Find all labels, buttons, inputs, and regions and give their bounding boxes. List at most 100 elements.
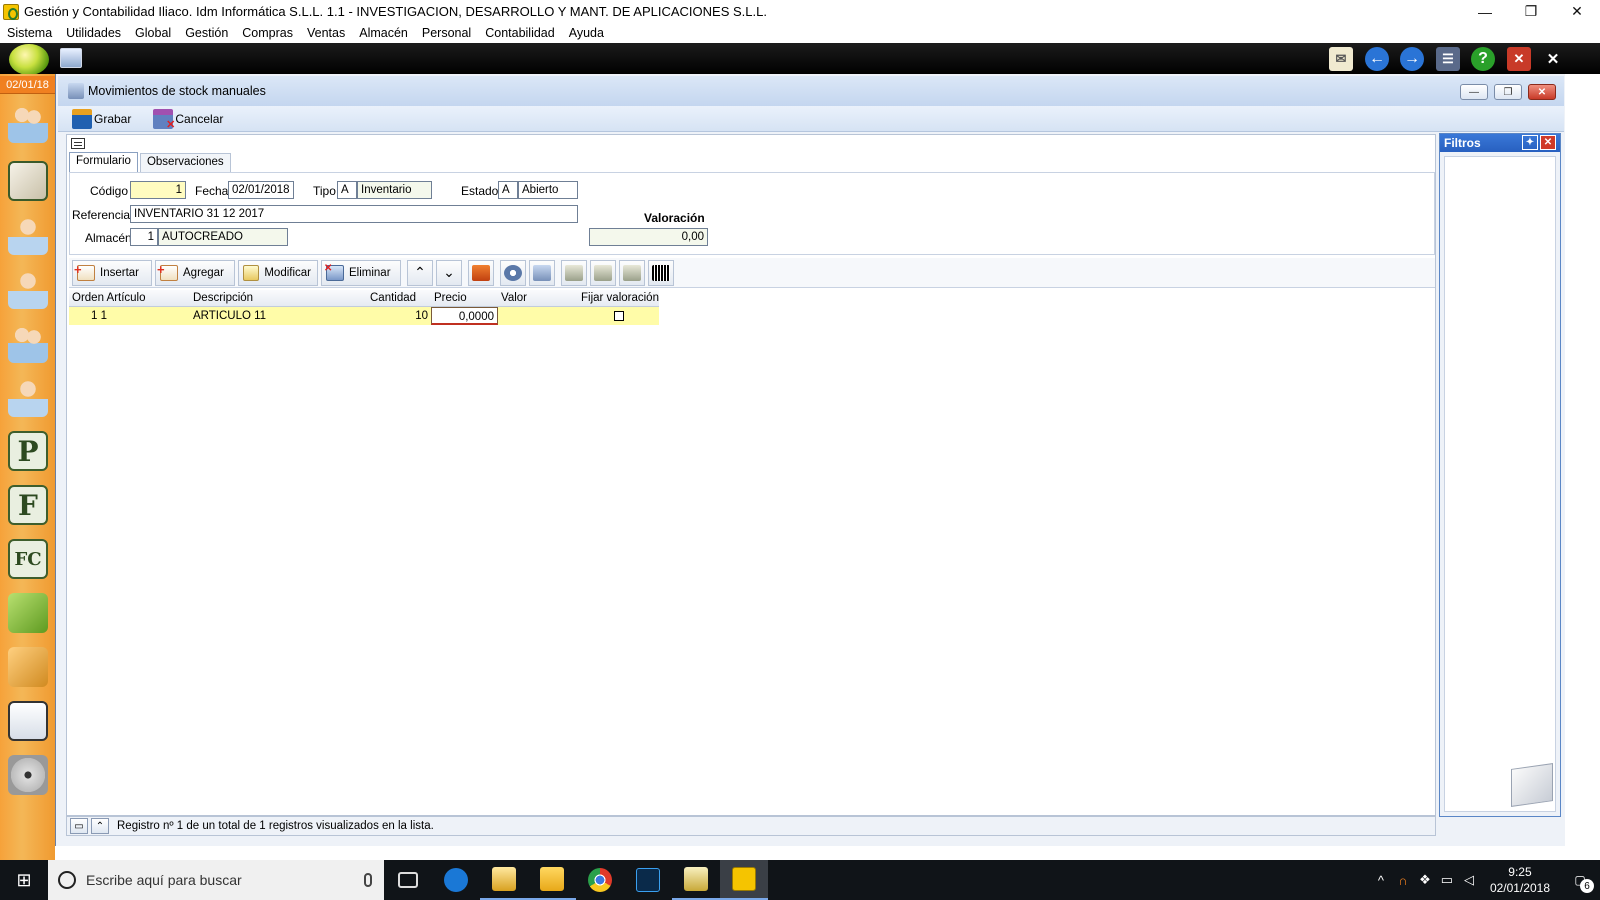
- move-down-button[interactable]: ⌄: [436, 259, 462, 286]
- col-orden-articulo[interactable]: Orden Artículo: [69, 290, 190, 306]
- minimize-button[interactable]: —: [1462, 0, 1508, 23]
- tray-chevron-up-icon[interactable]: ^: [1370, 873, 1392, 888]
- sidebar-person[interactable]: [5, 212, 51, 258]
- menu-personal[interactable]: Personal: [415, 26, 478, 40]
- microphone-icon[interactable]: [364, 873, 372, 887]
- taskbar-chrome[interactable]: [576, 860, 624, 900]
- taskbar-photoshop[interactable]: [624, 860, 672, 900]
- cancel-button[interactable]: Cancelar: [153, 108, 223, 131]
- menu-compras[interactable]: Compras: [235, 26, 300, 40]
- status-up-icon[interactable]: ⌃: [91, 818, 109, 834]
- sidebar-pedidos[interactable]: P: [5, 428, 51, 474]
- article-query-button[interactable]: [529, 259, 555, 286]
- tab-observaciones[interactable]: Observaciones: [139, 153, 231, 173]
- referencia-field[interactable]: INVENTARIO 31 12 2017: [130, 205, 578, 223]
- table-row[interactable]: 1 1 ARTICULO 11 10 0,0000: [69, 307, 659, 325]
- filters-pin-icon[interactable]: ✦: [1522, 135, 1538, 150]
- tipo-code-field[interactable]: A: [337, 181, 357, 199]
- barcode-button[interactable]: [648, 259, 674, 286]
- back-arrow-icon[interactable]: ←: [1365, 47, 1389, 71]
- dropbox-icon[interactable]: ❖: [1414, 872, 1436, 888]
- modify-button[interactable]: Modificar: [238, 259, 318, 286]
- article-s-button[interactable]: [619, 259, 645, 286]
- add-button[interactable]: Agregar: [155, 259, 235, 286]
- save-button[interactable]: Grabar: [72, 108, 131, 129]
- menu-ayuda[interactable]: Ayuda: [562, 26, 611, 40]
- sidebar-clients[interactable]: [5, 100, 51, 146]
- article-l-button[interactable]: [590, 259, 616, 286]
- article-a-button[interactable]: [561, 259, 587, 286]
- notifications-button[interactable]: ▢ 6: [1560, 860, 1600, 900]
- menu-gestion[interactable]: Gestión: [178, 26, 235, 40]
- move-up-button[interactable]: ⌃: [407, 259, 433, 286]
- fecha-field[interactable]: 02/01/2018: [228, 181, 294, 199]
- close-form-icon[interactable]: ✕: [1507, 47, 1531, 71]
- codigo-field[interactable]: 1: [130, 181, 186, 199]
- tray-headset-icon[interactable]: ∩: [1392, 873, 1414, 888]
- col-precio[interactable]: Precio: [431, 290, 498, 306]
- status-panel-icon[interactable]: ▭: [70, 818, 88, 834]
- sidebar-compras[interactable]: [5, 644, 51, 690]
- sidebar-agents[interactable]: [5, 374, 51, 420]
- sidebar-tools[interactable]: [5, 752, 51, 798]
- forward-arrow-icon[interactable]: →: [1400, 47, 1424, 71]
- menu-global[interactable]: Global: [128, 26, 178, 40]
- cell-precio[interactable]: 0,0000: [431, 307, 498, 325]
- package-icon[interactable]: [60, 48, 82, 68]
- cell-valor[interactable]: [498, 307, 578, 325]
- windows-list-icon[interactable]: ☰: [1436, 47, 1460, 71]
- start-button[interactable]: ⊞: [0, 860, 48, 900]
- taskbar-search[interactable]: Escribe aquí para buscar: [48, 860, 384, 900]
- form-restore-button[interactable]: ❐: [1494, 84, 1522, 100]
- col-cantidad[interactable]: Cantidad: [367, 290, 431, 306]
- settings-button[interactable]: [500, 259, 526, 286]
- sidebar-ventas[interactable]: [5, 590, 51, 636]
- close-button[interactable]: ✕: [1554, 0, 1600, 23]
- mail-icon[interactable]: ✉: [1329, 47, 1353, 71]
- tray-clock[interactable]: 9:25 02/01/2018: [1490, 864, 1550, 896]
- sidebar-facturas[interactable]: F: [5, 482, 51, 528]
- task-view-button[interactable]: [384, 860, 432, 900]
- fijar-valoracion-checkbox[interactable]: [613, 311, 624, 321]
- menu-ventas[interactable]: Ventas: [300, 26, 352, 40]
- menu-sistema[interactable]: Sistema: [0, 26, 59, 40]
- taskbar-explorer[interactable]: [528, 860, 576, 900]
- col-descripcion[interactable]: Descripción: [190, 290, 367, 306]
- tab-formulario[interactable]: Formulario: [69, 152, 138, 172]
- taskbar-app1[interactable]: [480, 860, 528, 900]
- col-valor[interactable]: Valor: [498, 290, 578, 306]
- close-all-icon[interactable]: ✕: [1541, 47, 1565, 71]
- help-icon[interactable]: ?: [1471, 47, 1495, 71]
- estado-label: Estado: [461, 184, 499, 198]
- menu-almacen[interactable]: Almacén: [352, 26, 415, 40]
- insert-button[interactable]: Insertar: [72, 259, 152, 286]
- sidebar-facturas-compra[interactable]: FC: [5, 536, 51, 582]
- taskbar-edge[interactable]: [432, 860, 480, 900]
- cell-fijar-valoracion[interactable]: [578, 307, 659, 325]
- sidebar-providers[interactable]: [5, 266, 51, 312]
- filters-close-icon[interactable]: ✕: [1540, 135, 1556, 150]
- sidebar-agenda[interactable]: [5, 698, 51, 744]
- sidebar-articles[interactable]: [5, 158, 51, 204]
- office-button[interactable]: [468, 259, 494, 286]
- panel-toggle-icon[interactable]: [71, 138, 85, 149]
- col-fijar-valoracion[interactable]: Fijar valoración: [578, 290, 659, 306]
- home-orb-icon[interactable]: [9, 44, 49, 75]
- taskbar-app3[interactable]: [720, 860, 768, 900]
- form-minimize-button[interactable]: —: [1460, 84, 1488, 100]
- taskbar-app2[interactable]: [672, 860, 720, 900]
- cell-cantidad[interactable]: 10: [367, 307, 431, 325]
- sidebar-contacts[interactable]: [5, 320, 51, 366]
- form-close-button[interactable]: ✕: [1528, 84, 1556, 100]
- cell-descripcion[interactable]: ARTICULO 11: [190, 307, 367, 325]
- delete-button[interactable]: Eliminar: [321, 259, 401, 286]
- cell-orden-articulo[interactable]: 1 1: [69, 307, 190, 325]
- restore-button[interactable]: ❐: [1508, 0, 1554, 23]
- volume-icon[interactable]: ◁: [1458, 872, 1480, 888]
- filters-title: Filtros: [1444, 136, 1481, 150]
- almacen-code-field[interactable]: 1: [130, 228, 158, 246]
- estado-code-field[interactable]: A: [498, 181, 518, 199]
- menu-contabilidad[interactable]: Contabilidad: [478, 26, 562, 40]
- network-icon[interactable]: ▭: [1436, 872, 1458, 888]
- menu-utilidades[interactable]: Utilidades: [59, 26, 128, 40]
